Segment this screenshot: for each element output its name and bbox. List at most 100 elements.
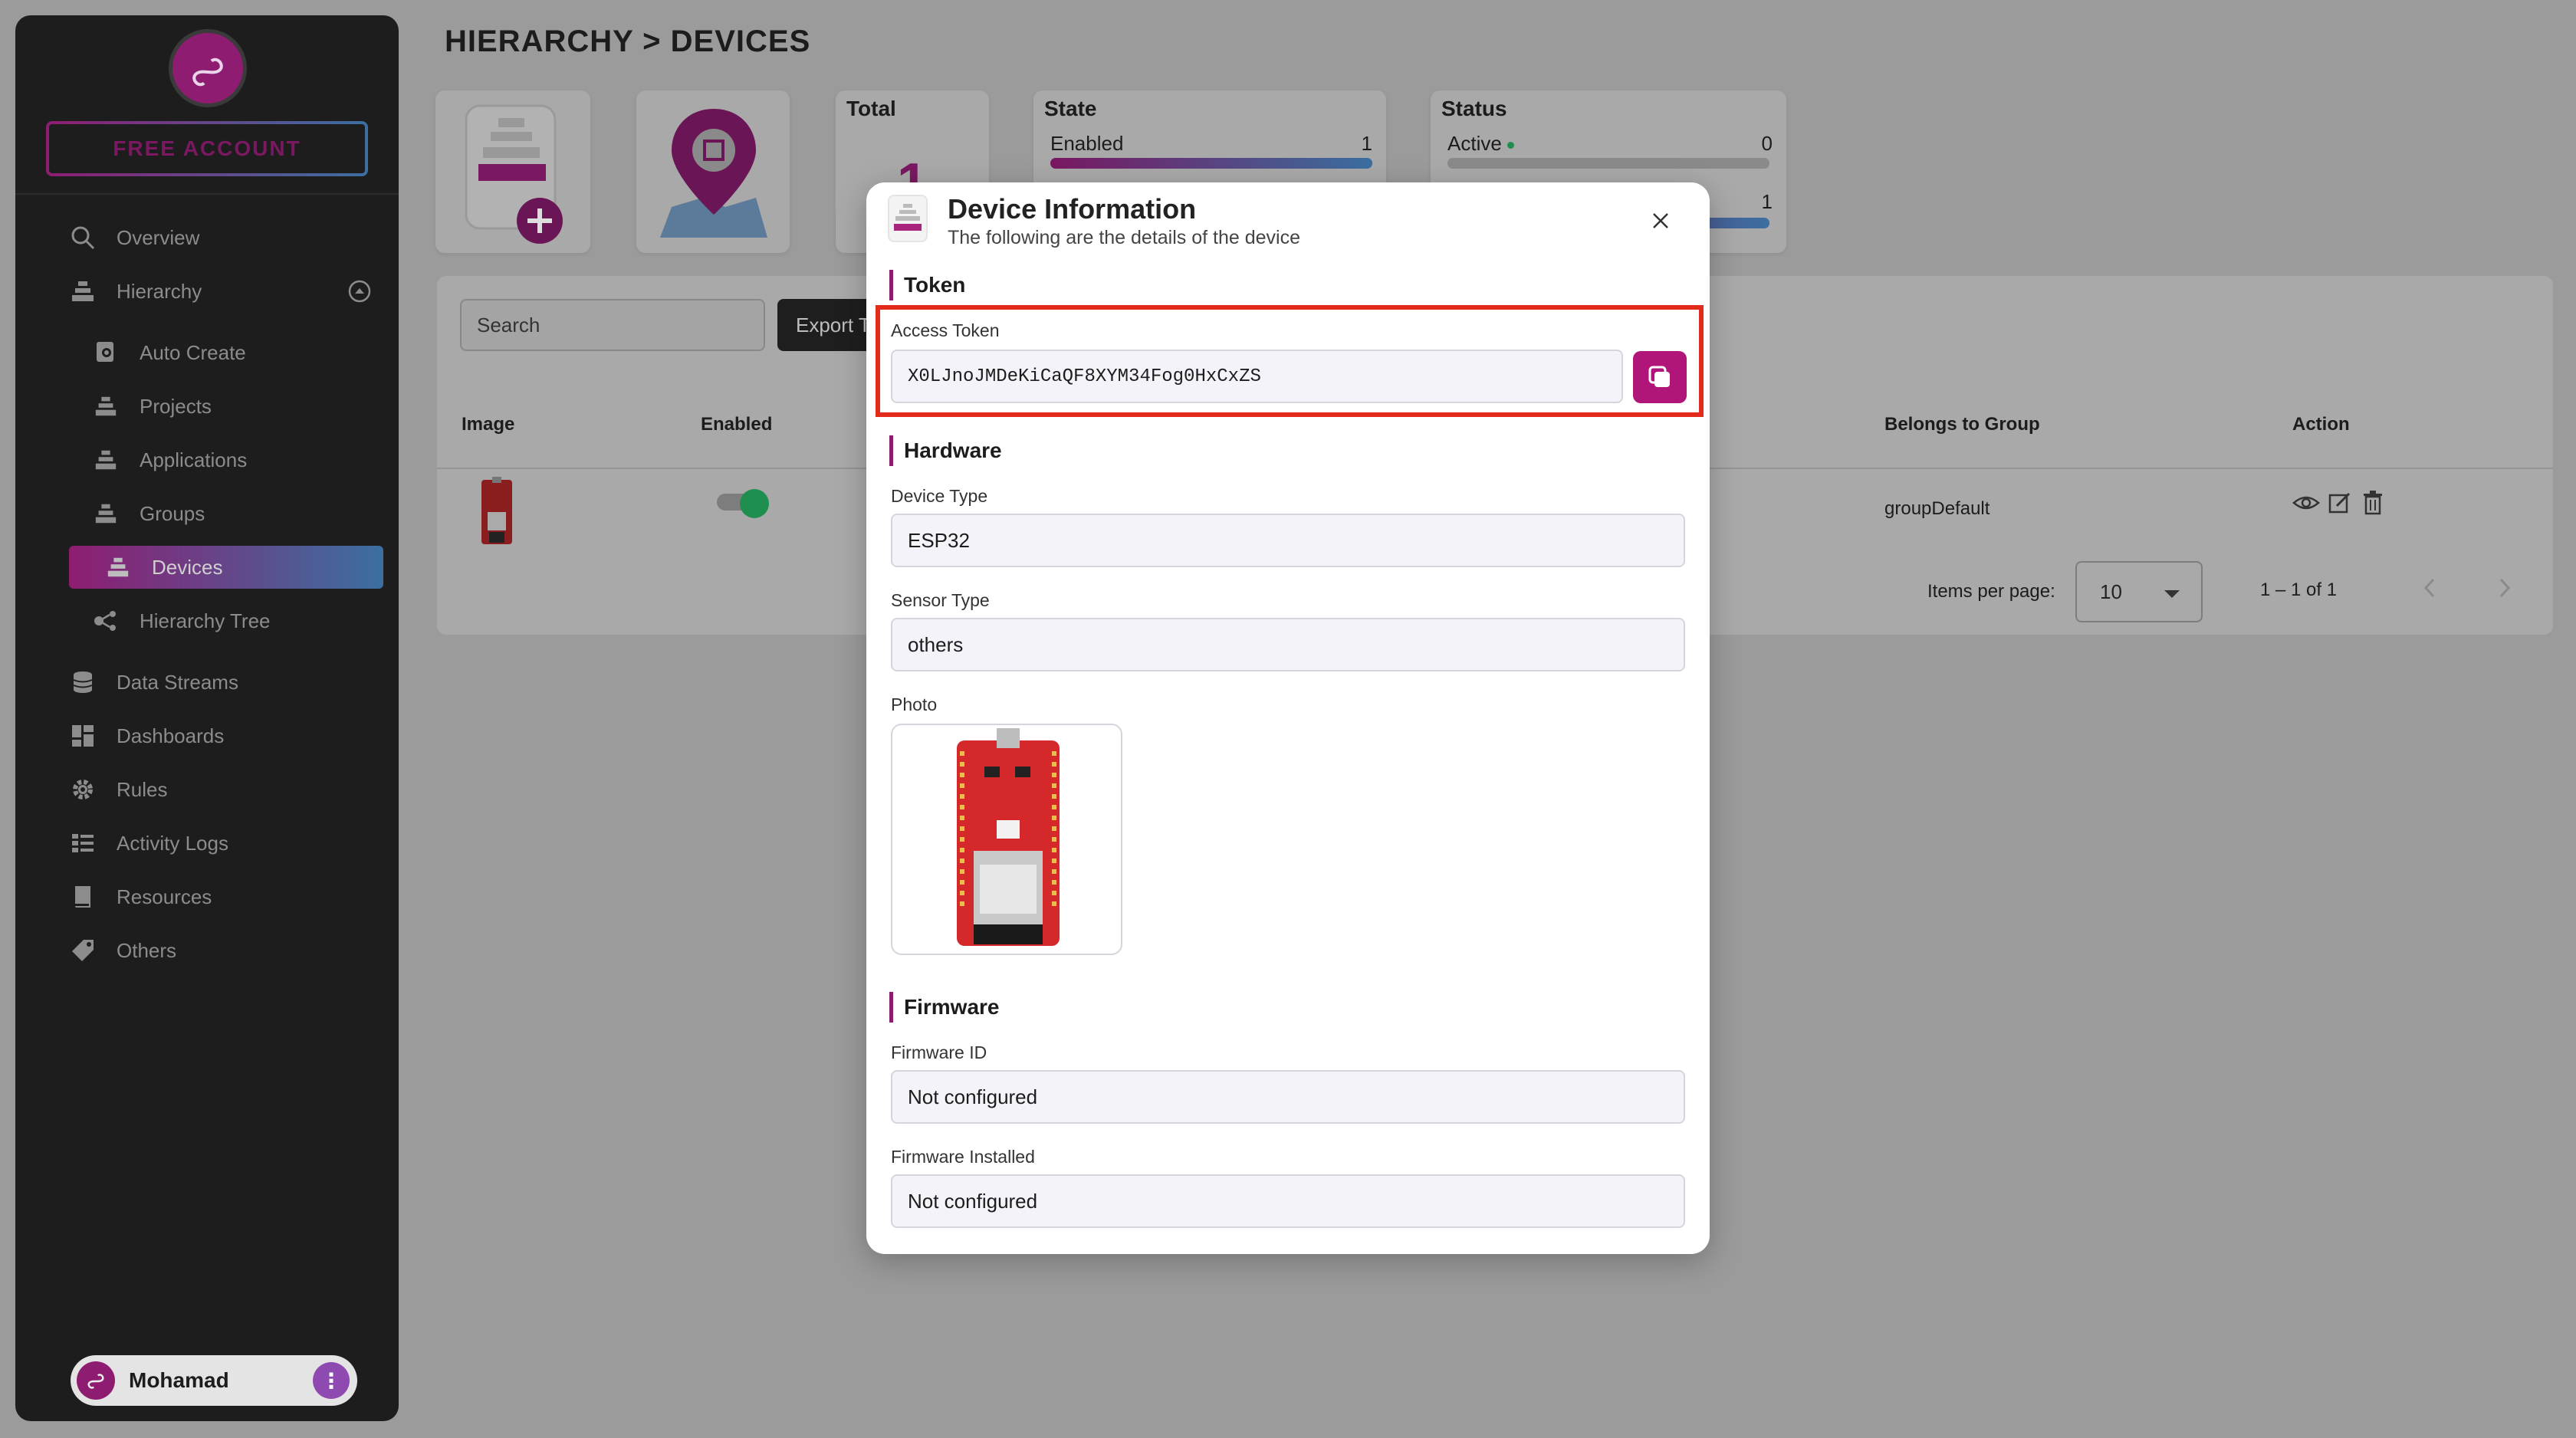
state-enabled-value: 1 [1361, 132, 1372, 155]
firmware-installed-field[interactable]: Not configured [891, 1174, 1685, 1228]
sidebar-item-label: Groups [140, 501, 205, 525]
more-vertical-icon[interactable]: ⋮ [313, 1362, 350, 1399]
column-header-enabled: Enabled [701, 414, 773, 435]
state-enabled-label: Enabled [1050, 132, 1124, 155]
device-thumbnail [481, 477, 512, 544]
device-type-field[interactable]: ESP32 [891, 514, 1685, 567]
token-section-heading: Token [889, 270, 965, 300]
sidebar-item-hierarchy[interactable]: Hierarchy [69, 270, 383, 313]
tag-icon [69, 937, 97, 964]
photo-label: Photo [891, 694, 938, 714]
map-pin-icon [660, 109, 767, 238]
access-token-highlight [876, 305, 1704, 417]
sidebar-item-overview[interactable]: Overview [69, 216, 383, 259]
sidebar-item-resources[interactable]: Resources [69, 875, 383, 918]
status-active-value: 0 [1761, 132, 1773, 155]
esp32-board-image [957, 728, 1060, 946]
sidebar-item-label: Rules [117, 777, 168, 801]
sidebar-item-auto-create[interactable]: Auto Create [92, 331, 383, 374]
device-type-label: Device Type [891, 486, 988, 506]
state-enabled-bar [1050, 158, 1372, 169]
chevron-down-icon [2164, 590, 2180, 598]
enabled-toggle[interactable] [717, 489, 769, 518]
column-header-action: Action [2292, 414, 2350, 435]
firmware-id-field[interactable]: Not configured [891, 1070, 1685, 1124]
dashboard-icon [69, 722, 97, 750]
infinity-logo-icon [87, 1374, 104, 1389]
sidebar-item-activity-logs[interactable]: Activity Logs [69, 822, 383, 865]
chevron-left-icon[interactable] [2421, 576, 2440, 603]
sidebar-item-label: Devices [152, 555, 223, 579]
app-logo[interactable] [169, 29, 247, 107]
hierarchy-icon [104, 553, 132, 581]
eye-icon[interactable] [2292, 491, 2320, 519]
sidebar-divider [15, 193, 399, 195]
search-icon [69, 224, 97, 251]
sidebar-item-label: Applications [140, 448, 248, 471]
hierarchy-icon [92, 446, 120, 474]
avatar [77, 1361, 115, 1400]
sidebar: FREE ACCOUNT Overview Hierarchy Auto Cre… [15, 15, 399, 1421]
firmware-id-label: Firmware ID [891, 1042, 987, 1062]
sidebar-item-label: Auto Create [140, 340, 246, 364]
sidebar-item-label: Projects [140, 394, 212, 418]
hierarchy-icon [92, 392, 120, 420]
device-map-card[interactable] [636, 90, 790, 253]
sidebar-item-label: Resources [117, 885, 212, 908]
page-title: HIERARCHY > DEVICES [445, 25, 811, 58]
free-account-button[interactable]: FREE ACCOUNT [46, 121, 368, 176]
trash-icon[interactable] [2361, 489, 2384, 519]
status-dot-icon [1507, 141, 1515, 149]
add-device-icon [465, 104, 563, 244]
edit-icon[interactable] [2328, 491, 2352, 519]
search-input[interactable]: Search [460, 299, 765, 351]
book-icon [69, 883, 97, 911]
items-per-page-select[interactable]: 10 [2075, 561, 2203, 622]
hierarchy-icon [69, 277, 97, 305]
sidebar-item-data-streams[interactable]: Data Streams [69, 661, 383, 704]
sidebar-item-projects[interactable]: Projects [92, 385, 383, 428]
chevron-right-icon[interactable] [2495, 576, 2513, 603]
sidebar-item-label: Hierarchy [117, 279, 202, 303]
user-name: Mohamad [129, 1368, 229, 1392]
infinity-logo-icon [192, 57, 223, 87]
sidebar-item-hierarchy-tree[interactable]: Hierarchy Tree [92, 599, 383, 642]
sidebar-item-dashboards[interactable]: Dashboards [69, 714, 383, 757]
sidebar-item-label: Data Streams [117, 670, 238, 694]
tree-icon [92, 607, 120, 635]
database-icon [69, 668, 97, 696]
close-icon[interactable] [1645, 205, 1676, 236]
dialog-subtitle: The following are the details of the dev… [948, 227, 1300, 248]
chevron-up-icon[interactable] [347, 270, 373, 313]
status-title: Status [1441, 97, 1507, 120]
sidebar-item-label: Hierarchy Tree [140, 609, 271, 632]
sidebar-item-applications[interactable]: Applications [92, 438, 383, 481]
add-device-card[interactable] [435, 90, 590, 253]
status-active-bar [1447, 158, 1769, 169]
sidebar-item-groups[interactable]: Groups [92, 492, 383, 535]
sidebar-item-label: Overview [117, 225, 200, 249]
sidebar-item-others[interactable]: Others [69, 929, 383, 972]
row-group: groupDefault [1884, 498, 1990, 519]
pagination-range: 1 – 1 of 1 [2260, 579, 2338, 600]
sidebar-item-rules[interactable]: Rules [69, 768, 383, 811]
sidebar-item-devices[interactable]: Devices [69, 546, 383, 589]
sidebar-item-label: Activity Logs [117, 831, 228, 855]
dialog-title: Device Information [948, 193, 1197, 225]
device-icon [888, 195, 928, 242]
status-second-value: 1 [1761, 190, 1773, 213]
hardware-section-heading: Hardware [889, 435, 1002, 466]
device-photo [891, 724, 1122, 955]
column-header-group: Belongs to Group [1884, 414, 2040, 435]
hierarchy-icon [92, 500, 120, 527]
firmware-section-heading: Firmware [889, 992, 1000, 1023]
total-title: Total [846, 97, 896, 120]
user-profile[interactable]: Mohamad ⋮ [71, 1355, 357, 1406]
state-title: State [1044, 97, 1097, 120]
items-per-page-label: Items per page: [1927, 581, 2055, 602]
firmware-installed-label: Firmware Installed [891, 1147, 1035, 1167]
list-icon [69, 829, 97, 857]
sidebar-item-label: Dashboards [117, 724, 225, 747]
sensor-type-field[interactable]: others [891, 618, 1685, 671]
column-header-image: Image [462, 414, 515, 435]
